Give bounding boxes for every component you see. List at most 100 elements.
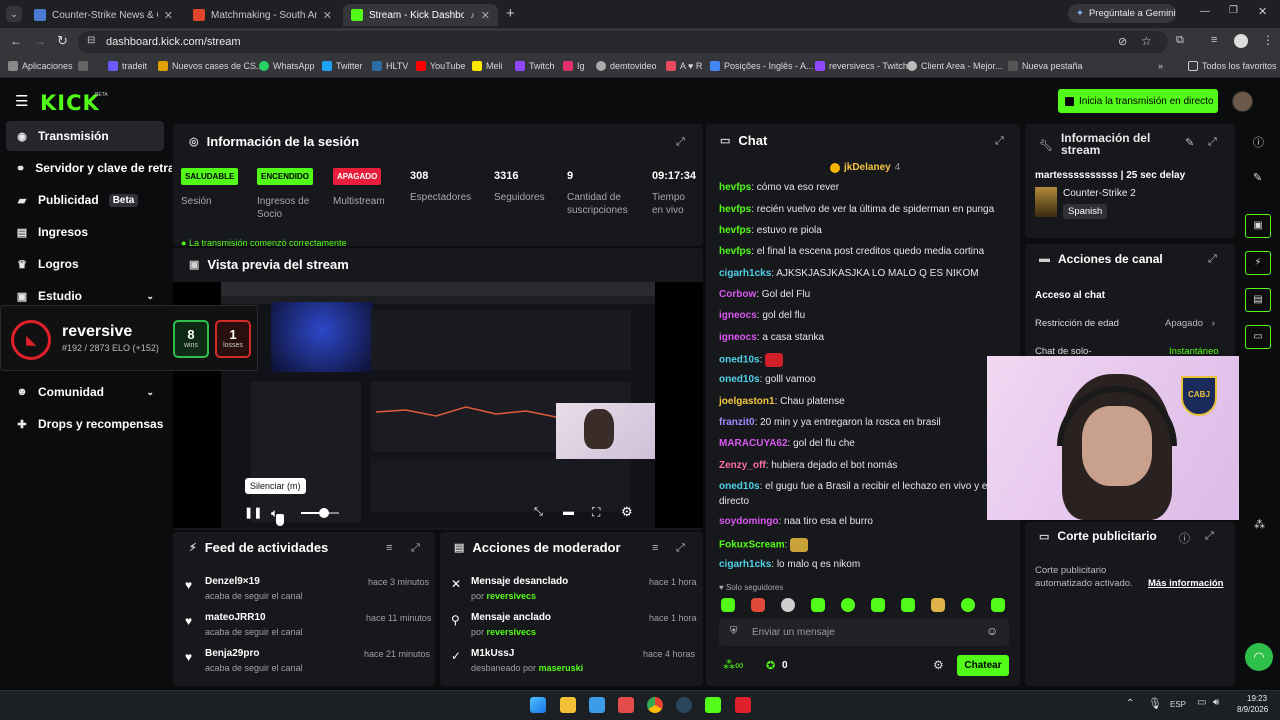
- tab-list-icon[interactable]: ⌄: [6, 6, 22, 22]
- rail-chat-button[interactable]: ▭: [1245, 325, 1271, 349]
- theater-mode-icon[interactable]: ⤡: [534, 506, 543, 519]
- sidebar-item-logros[interactable]: ♛ Logros: [6, 249, 164, 279]
- chat-username[interactable]: hevfps: [719, 225, 751, 236]
- close-tab-icon[interactable]: ✕: [164, 9, 173, 22]
- expand-icon[interactable]: ⤢: [1208, 136, 1217, 149]
- profile-avatar[interactable]: [1234, 34, 1248, 48]
- bookmark-item[interactable]: Ig: [563, 61, 585, 71]
- keyboard-language[interactable]: ESP: [1170, 700, 1186, 709]
- pause-icon[interactable]: ❚❚: [244, 506, 262, 519]
- age-restriction-value[interactable]: Apagado ›: [1165, 318, 1215, 329]
- chat-username[interactable]: franzit0: [719, 417, 755, 428]
- browser-tab[interactable]: Matchmaking - South America ✕: [185, 4, 340, 26]
- rail-list-button[interactable]: ▤: [1245, 288, 1271, 312]
- chat-username[interactable]: FokuxScream: [719, 540, 785, 551]
- sidebar-item-servidor[interactable]: ⚭ Servidor y clave de retransmisión: [6, 153, 172, 183]
- sidebar-item-publicidad[interactable]: ▰ Publicidad Beta: [6, 185, 164, 215]
- mod-username[interactable]: maseruski: [539, 663, 584, 673]
- category-name[interactable]: Counter-Strike 2: [1063, 188, 1136, 199]
- fullscreen-icon[interactable]: ⛶: [592, 505, 600, 520]
- bookmark-item[interactable]: Nuevos cases de CS...: [158, 61, 264, 71]
- support-button[interactable]: ◠: [1245, 643, 1273, 671]
- chat-username[interactable]: oned10s: [719, 481, 760, 492]
- tab-audio-icon[interactable]: ♪: [470, 10, 475, 20]
- bookmark-star-icon[interactable]: ☆: [1141, 34, 1152, 48]
- rail-video-button[interactable]: ▣: [1245, 214, 1271, 238]
- restore-icon[interactable]: ❐: [1229, 5, 1238, 16]
- steam-icon[interactable]: [676, 697, 692, 713]
- kick-app-icon[interactable]: [705, 697, 721, 713]
- tray-chevron-icon[interactable]: ⌃: [1126, 698, 1134, 709]
- emote-icon[interactable]: [721, 598, 735, 612]
- mic-icon[interactable]: 🎙︎: [1148, 697, 1162, 710]
- clock-time[interactable]: 19:23: [1247, 694, 1267, 703]
- chat-mode-value[interactable]: Instantáneo: [1169, 346, 1219, 356]
- more-bookmarks-icon[interactable]: »: [1158, 61, 1163, 71]
- chat-username[interactable]: Zenzy_off: [719, 460, 766, 471]
- pinned-user[interactable]: jkDelaney 4: [830, 162, 900, 173]
- filter-icon[interactable]: ≡: [652, 542, 658, 554]
- bookmark-item[interactable]: reversivecs - Twitch: [815, 61, 908, 71]
- browser-tab[interactable]: Counter-Strike News & Coverag ✕: [26, 4, 181, 26]
- windows-start-icon[interactable]: [530, 697, 546, 713]
- send-chat-button[interactable]: Chatear: [957, 655, 1009, 676]
- new-tab-button[interactable]: +: [506, 5, 515, 22]
- minimize-icon[interactable]: —: [1200, 6, 1210, 17]
- gemini-button[interactable]: ✦ Pregúntale a Gemini: [1068, 4, 1176, 23]
- media-icon[interactable]: ≡: [1211, 34, 1217, 46]
- hamburger-menu-icon[interactable]: ☰: [15, 92, 28, 110]
- chat-username[interactable]: oned10s: [719, 355, 760, 366]
- monitor-icon[interactable]: ▭: [1197, 697, 1206, 708]
- bookmark-item[interactable]: Posições - Inglês - A...: [710, 61, 814, 71]
- add-widget-icon[interactable]: ⁂: [1254, 518, 1265, 531]
- user-avatar[interactable]: [1232, 91, 1253, 112]
- eye-off-icon[interactable]: ⊘: [1118, 35, 1127, 48]
- emote-icon[interactable]: [931, 598, 945, 612]
- chat-username[interactable]: cigarh1cks: [719, 559, 771, 570]
- emote-icon[interactable]: [841, 598, 855, 612]
- bookmark-item[interactable]: Twitch: [515, 61, 555, 71]
- sidebar-item-comunidad[interactable]: ☻ Comunidad ⌄: [6, 377, 164, 407]
- expand-icon[interactable]: ⤢: [676, 136, 685, 149]
- close-window-icon[interactable]: ✕: [1258, 5, 1267, 18]
- edit-pencil-icon[interactable]: ✎: [1185, 136, 1194, 149]
- chat-username[interactable]: hevfps: [719, 246, 751, 257]
- chrome-icon[interactable]: [647, 697, 663, 713]
- faceit-app-icon[interactable]: [735, 697, 751, 713]
- store-icon[interactable]: [589, 697, 605, 713]
- extensions-icon[interactable]: ⧉: [1176, 34, 1184, 47]
- bookmark-item[interactable]: Nueva pestaña: [1008, 61, 1083, 71]
- chat-username[interactable]: soydomingo: [719, 516, 778, 527]
- forward-icon[interactable]: →: [34, 34, 46, 48]
- chat-input[interactable]: ⛨ Enviar un mensaje ☺: [719, 619, 1009, 646]
- browser-tab-active[interactable]: Stream - Kick Dashboard ♪ ✕: [343, 4, 498, 26]
- sidebar-item-ingresos[interactable]: ▤ Ingresos: [6, 217, 164, 247]
- bookmark-item[interactable]: Twitter: [322, 61, 363, 71]
- bookmark-item[interactable]: Client Area - Mejor...: [907, 61, 1003, 71]
- chat-username[interactable]: hevfps: [719, 204, 751, 215]
- emote-icon[interactable]: [811, 598, 825, 612]
- chat-username[interactable]: hevfps: [719, 182, 751, 193]
- close-tab-icon[interactable]: ✕: [323, 9, 332, 22]
- back-icon[interactable]: ←: [10, 34, 22, 48]
- chat-username[interactable]: igneocs: [719, 310, 757, 321]
- sidebar-item-transmision[interactable]: ◉ Transmisión: [6, 121, 164, 151]
- info-icon[interactable]: ⓘ: [1253, 134, 1264, 150]
- settings-gear-icon[interactable]: ⚙: [621, 504, 633, 520]
- close-tab-icon[interactable]: ✕: [481, 9, 490, 22]
- clip-icon[interactable]: ▬: [563, 506, 574, 518]
- chat-username[interactable]: MARACUYA62: [719, 438, 788, 449]
- edit-pencil-icon[interactable]: ✎: [1253, 171, 1262, 184]
- bookmark-item[interactable]: Aplicaciones: [8, 61, 73, 71]
- bookmark-item[interactable]: [78, 61, 88, 71]
- rail-lightning-button[interactable]: ⚡︎: [1245, 251, 1271, 275]
- bookmark-item[interactable]: Meli: [472, 61, 503, 71]
- bookmark-item[interactable]: demtovideo: [596, 61, 657, 71]
- clock-date[interactable]: 8/9/2026: [1237, 705, 1268, 714]
- expand-icon[interactable]: ⤢: [1208, 253, 1217, 266]
- emote-icon[interactable]: [961, 598, 975, 612]
- reload-icon[interactable]: ↻: [57, 33, 68, 49]
- mod-username[interactable]: reversivecs: [487, 591, 537, 601]
- bookmark-item[interactable]: tradeit: [108, 61, 147, 71]
- chat-username[interactable]: oned10s: [719, 374, 760, 385]
